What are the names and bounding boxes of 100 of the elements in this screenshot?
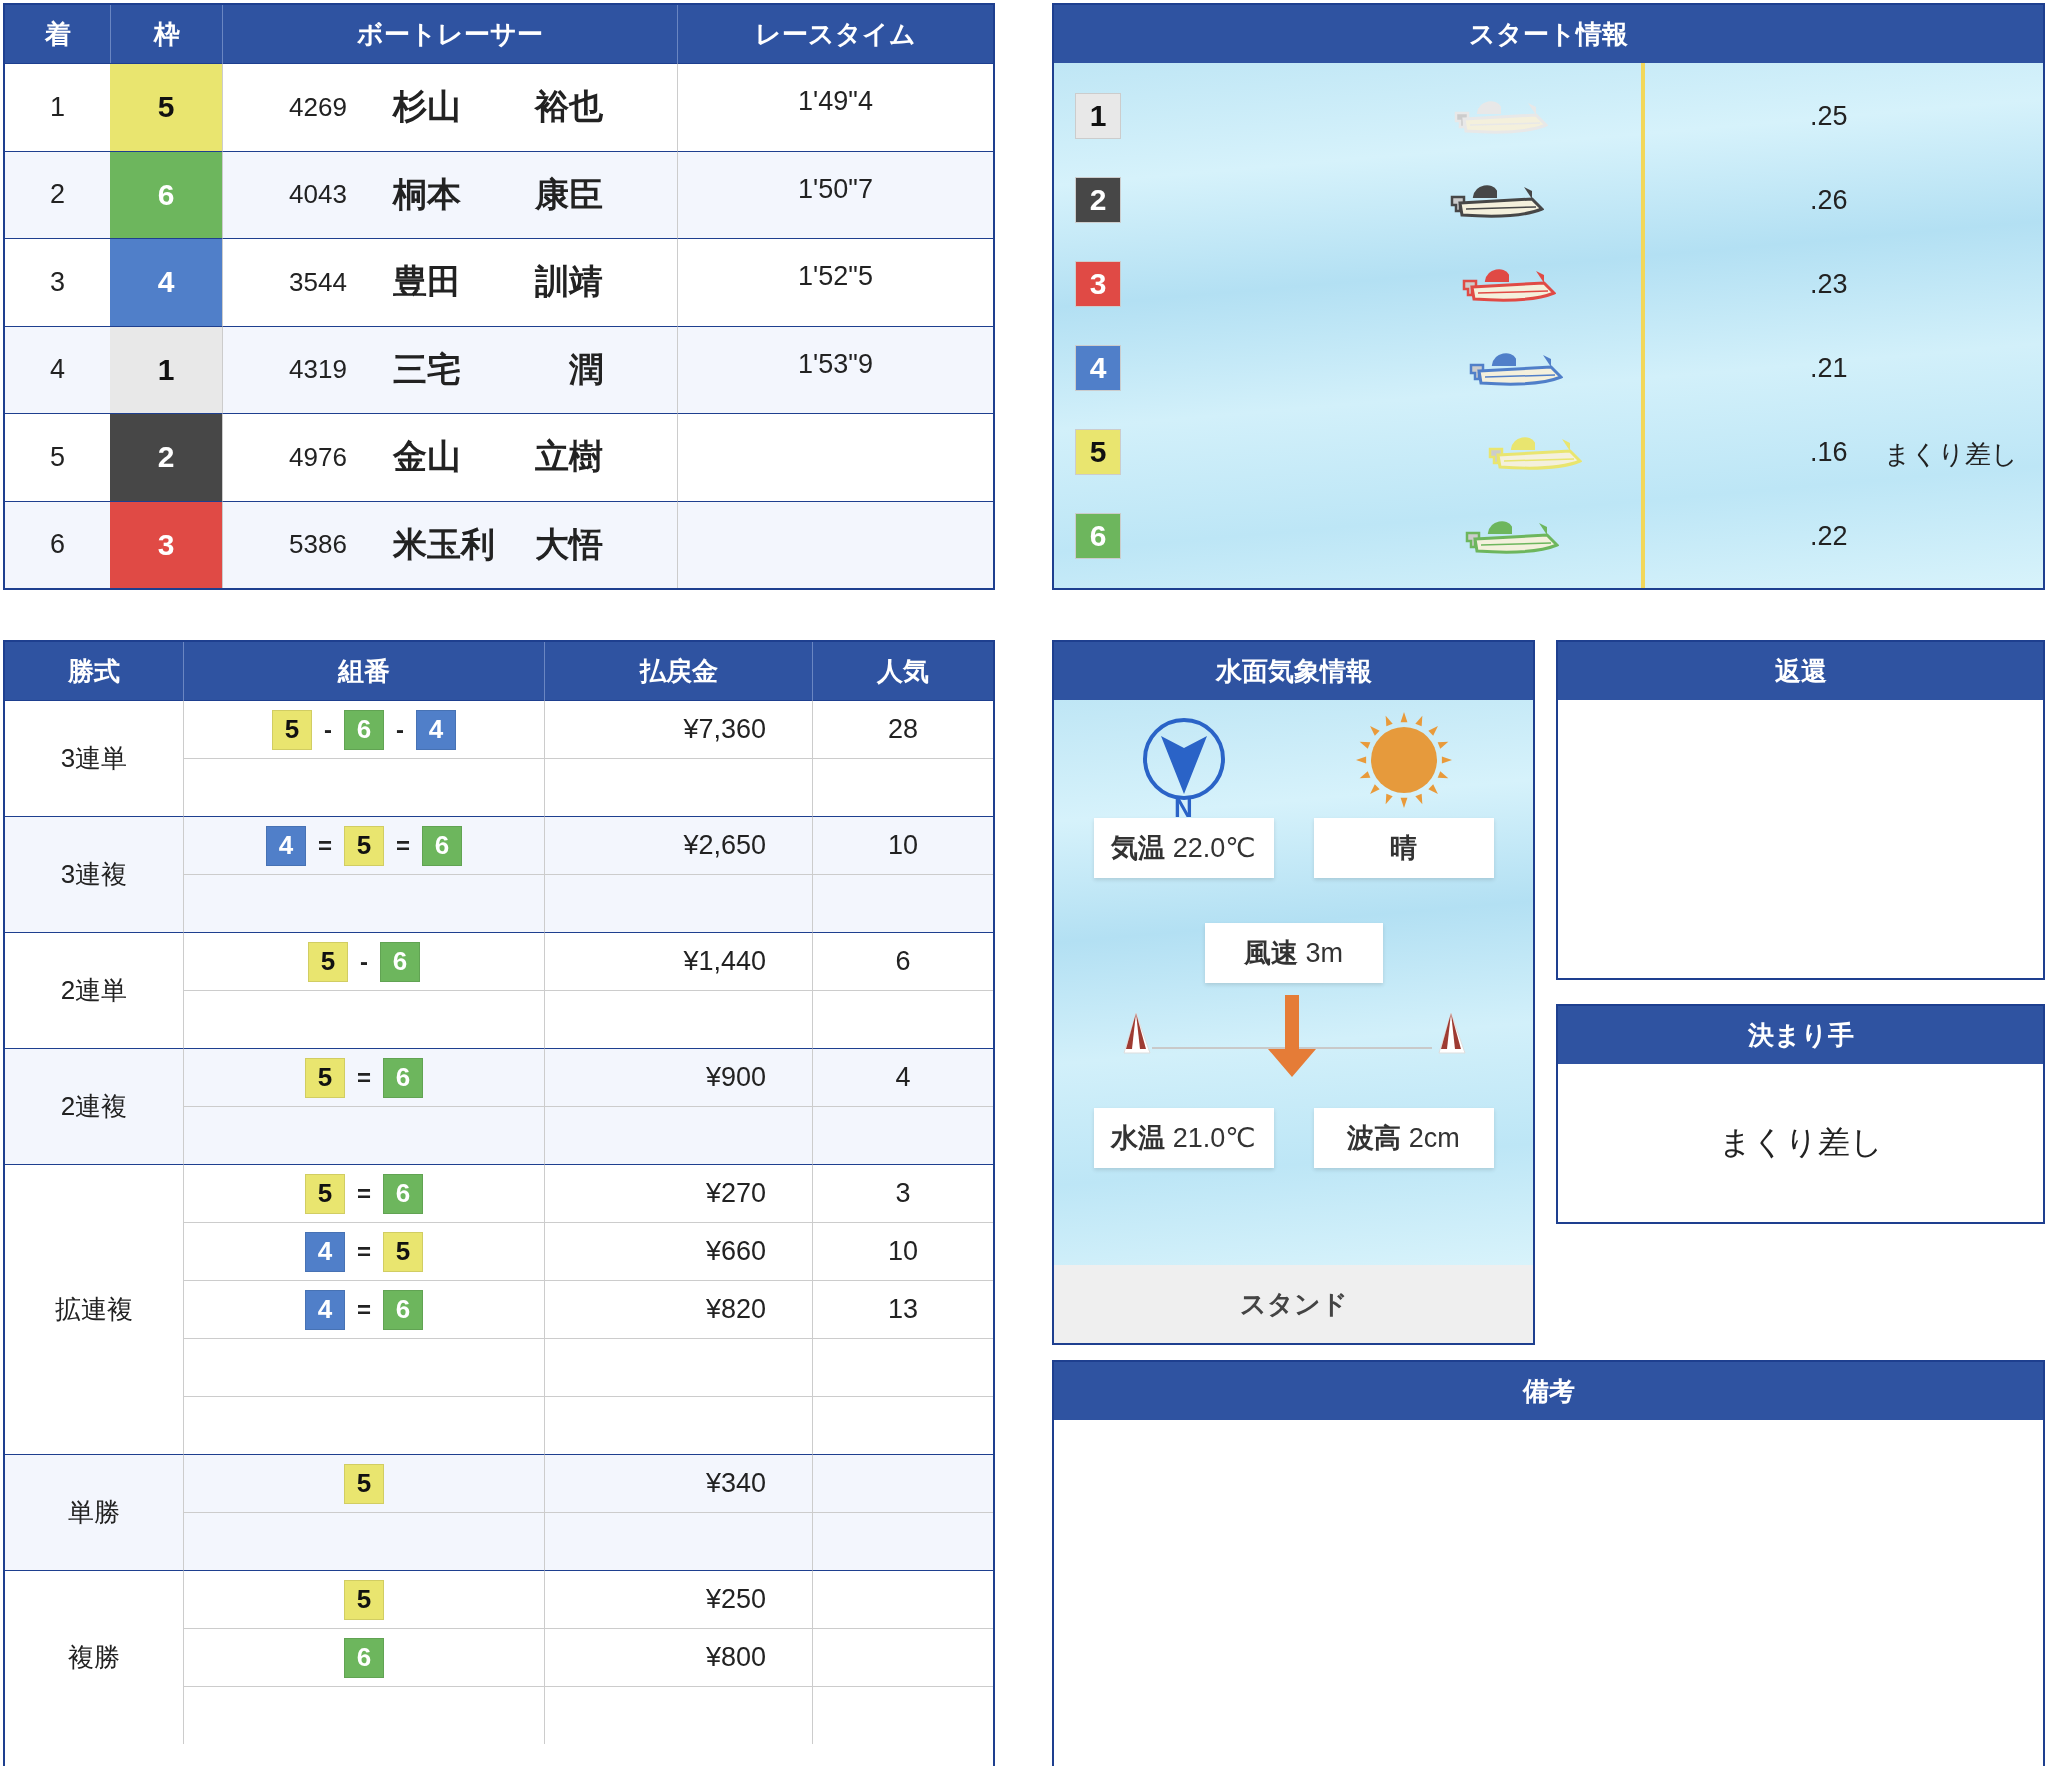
frame-number-badge: 4 <box>1075 345 1121 391</box>
start-timing: .22 <box>1810 521 1848 552</box>
racer-surname: 桐本 <box>393 173 462 215</box>
boat-number-badge: 6 <box>422 825 462 866</box>
start-timing: .26 <box>1810 185 1848 216</box>
boat-number-badge: 4 <box>305 1231 345 1272</box>
bet-type: 複勝 <box>5 1570 183 1744</box>
wind-speed: 風速 3m <box>1204 923 1383 983</box>
start-timing: .21 <box>1810 353 1848 384</box>
popularity-rank: 28 <box>887 714 918 745</box>
separator: = <box>357 1063 371 1092</box>
panel-title: 水面気象情報 <box>1054 642 1533 700</box>
racer-surname: 米玉利 <box>393 523 496 565</box>
racer-given-name: 立樹 <box>534 436 603 478</box>
start-timing: .16 <box>1810 437 1848 468</box>
frame-number-cell: 6 <box>110 150 222 238</box>
race-time: 1'53"9 <box>798 348 873 380</box>
panel-title: スタート情報 <box>1054 5 2043 63</box>
column-header: 枠 <box>110 5 222 63</box>
racer-given-name: 潤 <box>568 348 603 390</box>
racer-given-name: 康臣 <box>534 173 603 215</box>
separator: - <box>396 715 404 744</box>
boat-number-badge: 6 <box>380 941 420 982</box>
popularity-rank: 13 <box>887 1294 918 1325</box>
boat-number-badge: 4 <box>305 1289 345 1330</box>
panel-title: 備考 <box>1054 1362 2043 1420</box>
racer-given-name: 大悟 <box>534 523 603 565</box>
separator: - <box>360 947 368 976</box>
race-time: 1'50"7 <box>798 173 873 205</box>
boat-number-badge: 5 <box>383 1231 423 1272</box>
panel-title: 返還 <box>1558 642 2043 700</box>
boat-number-badge: 5 <box>344 825 384 866</box>
payout-amount: ¥340 <box>705 1468 766 1499</box>
payout-amount: ¥270 <box>705 1178 766 1209</box>
winning-technique: まくり差し <box>1884 438 2018 471</box>
boat-number-badge: 6 <box>344 709 384 750</box>
buoy-icon <box>1123 1012 1151 1054</box>
boat-number-badge: 5 <box>305 1057 345 1098</box>
start-timing: .25 <box>1810 101 1848 132</box>
boat-number-badge: 6 <box>344 1637 384 1678</box>
payout-amount: ¥660 <box>705 1236 766 1267</box>
payout-amount: ¥800 <box>705 1642 766 1673</box>
separator: - <box>324 715 332 744</box>
frame-number-badge: 1 <box>1075 93 1121 139</box>
boat-number-badge: 6 <box>383 1173 423 1214</box>
separator: = <box>396 831 410 860</box>
frame-number-cell: 4 <box>110 238 222 326</box>
popularity-rank: 4 <box>895 1062 911 1093</box>
column-header: 組番 <box>183 642 544 700</box>
boat-number-badge: 5 <box>308 941 348 982</box>
boat-number-badge: 5 <box>272 709 312 750</box>
separator: = <box>357 1179 371 1208</box>
separator: = <box>357 1295 371 1324</box>
bet-type: 単勝 <box>5 1454 183 1570</box>
frame-number-cell: 5 <box>110 63 222 151</box>
racer-id: 4976 <box>289 441 348 473</box>
rank-cell: 6 <box>5 500 110 588</box>
frame-number-badge: 6 <box>1075 513 1121 559</box>
boat-number-badge: 5 <box>344 1579 384 1620</box>
payout-amount: ¥250 <box>705 1584 766 1615</box>
column-header: 勝式 <box>5 642 183 700</box>
racer-surname: 杉山 <box>393 86 462 128</box>
rank-cell: 2 <box>5 150 110 238</box>
frame-number-cell: 1 <box>110 325 222 413</box>
boat-number-badge: 6 <box>383 1057 423 1098</box>
bet-type: 2連複 <box>5 1048 183 1164</box>
boat-number-badge: 6 <box>383 1289 423 1330</box>
column-header: 払戻金 <box>544 642 812 700</box>
popularity-rank: 10 <box>887 830 918 861</box>
payout-amount: ¥820 <box>705 1294 766 1325</box>
boat-number-badge: 5 <box>344 1463 384 1504</box>
popularity-rank: 10 <box>887 1236 918 1267</box>
bet-type: 3連複 <box>5 816 183 932</box>
wave-height: 波高 2cm <box>1313 1108 1494 1168</box>
racer-surname: 金山 <box>393 436 462 478</box>
payout-amount: ¥7,360 <box>683 714 766 745</box>
popularity-rank: 3 <box>895 1178 911 1209</box>
column-header: 人気 <box>812 642 993 700</box>
buoy-icon <box>1438 1012 1466 1054</box>
panel-title: 決まり手 <box>1558 1006 2043 1064</box>
column-header: 着 <box>5 5 110 63</box>
technique-value: まくり差し <box>1718 1123 1883 1162</box>
frame-number-badge: 2 <box>1075 177 1121 223</box>
air-temperature: 気温 22.0℃ <box>1093 818 1274 878</box>
racer-surname: 三宅 <box>393 348 462 390</box>
frame-number-cell: 2 <box>110 413 222 501</box>
racer-surname: 豊田 <box>393 261 462 303</box>
racer-id: 4319 <box>289 354 348 386</box>
racer-id: 5386 <box>289 529 348 561</box>
racer-given-name: 訓靖 <box>534 261 603 303</box>
frame-number-cell: 3 <box>110 500 222 588</box>
payout-amount: ¥900 <box>705 1062 766 1093</box>
popularity-rank: 6 <box>895 946 911 977</box>
racer-given-name: 裕也 <box>533 86 603 128</box>
compass-label: N <box>1174 798 1193 818</box>
payout-amount: ¥1,440 <box>683 946 766 977</box>
start-timing: .23 <box>1810 269 1848 300</box>
boat-number-badge: 5 <box>305 1173 345 1214</box>
racer-id: 3544 <box>289 266 348 298</box>
race-time: 1'49"4 <box>798 86 873 117</box>
